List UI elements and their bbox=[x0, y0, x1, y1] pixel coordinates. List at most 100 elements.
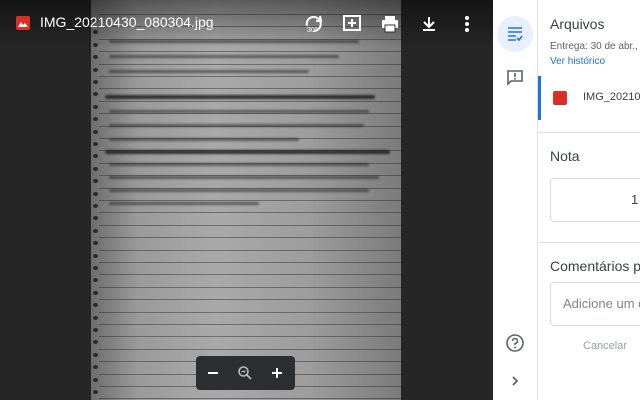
grade-title: Nota bbox=[550, 148, 580, 164]
ruled-line bbox=[99, 336, 401, 337]
image-file-icon bbox=[16, 16, 30, 30]
binder-hole bbox=[93, 353, 98, 357]
ruled-line bbox=[99, 76, 401, 77]
binder-hole bbox=[93, 254, 98, 258]
ruled-line bbox=[99, 237, 401, 238]
rotate-button[interactable]: 30° bbox=[302, 12, 326, 36]
download-icon bbox=[423, 17, 435, 31]
binder-hole bbox=[93, 303, 98, 307]
files-title: Arquivos bbox=[550, 16, 605, 32]
comment-input[interactable] bbox=[561, 295, 640, 312]
ruled-line bbox=[99, 64, 401, 65]
ruled-line bbox=[99, 312, 401, 313]
more-options-button[interactable] bbox=[455, 12, 479, 36]
handwriting-stroke bbox=[109, 138, 299, 141]
zoom-in-button[interactable] bbox=[265, 361, 289, 385]
side-panel: Arquivos Entrega: 30 de abr., 2 Ver hist… bbox=[538, 0, 640, 400]
assignment-icon bbox=[508, 27, 523, 42]
binder-hole bbox=[93, 291, 98, 295]
feedback-icon bbox=[507, 70, 523, 86]
binder-hole bbox=[93, 241, 98, 245]
ruled-line bbox=[99, 274, 401, 275]
print-button[interactable] bbox=[378, 12, 402, 36]
binder-hole bbox=[93, 130, 98, 134]
rotate-degree-badge: 30° bbox=[307, 27, 318, 34]
binder-hole bbox=[93, 92, 98, 96]
binder-hole bbox=[93, 105, 98, 109]
handwriting-stroke bbox=[109, 55, 339, 58]
zoom-out-button[interactable] bbox=[201, 361, 225, 385]
comment-field[interactable] bbox=[550, 282, 640, 326]
binder-hole bbox=[93, 142, 98, 146]
binder-hole bbox=[93, 340, 98, 344]
chevron-right-icon bbox=[512, 376, 519, 386]
help-button[interactable] bbox=[497, 325, 533, 361]
binder-hole bbox=[93, 117, 98, 121]
handwriting-stroke bbox=[109, 70, 309, 73]
history-link[interactable]: Ver histórico bbox=[550, 56, 605, 67]
binder-hole bbox=[93, 328, 98, 332]
more-vert-icon bbox=[465, 16, 469, 32]
handwriting-stroke bbox=[105, 150, 390, 154]
ruled-line bbox=[99, 287, 401, 288]
viewer-toolbar: IMG_20210430_080304.jpg 30° bbox=[0, 0, 493, 48]
binder-hole bbox=[93, 167, 98, 171]
handwriting-stroke bbox=[105, 95, 375, 99]
binder-hole bbox=[93, 365, 98, 369]
ruled-line bbox=[99, 398, 401, 399]
binder-hole bbox=[93, 229, 98, 233]
zoom-in-icon bbox=[272, 368, 282, 378]
add-comment-button[interactable] bbox=[340, 12, 364, 36]
ruled-line bbox=[99, 101, 401, 102]
divider bbox=[538, 132, 640, 133]
feedback-tab[interactable] bbox=[497, 60, 533, 96]
notebook-photo bbox=[91, 0, 401, 400]
ruled-line bbox=[99, 51, 401, 52]
expand-button[interactable] bbox=[497, 363, 533, 399]
due-date: Entrega: 30 de abr., 2 bbox=[550, 41, 640, 52]
handwriting-stroke bbox=[109, 202, 259, 205]
handwriting-stroke bbox=[109, 124, 364, 127]
binder-hole bbox=[93, 278, 98, 282]
comments-title: Comentários particulares bbox=[550, 258, 640, 274]
ruled-line bbox=[99, 299, 401, 300]
image-file-icon bbox=[553, 91, 567, 105]
ruled-line bbox=[99, 88, 401, 89]
file-name: IMG_20210430_080304.jpg bbox=[40, 14, 214, 30]
attachment-name: IMG_20210430_080304.jpg bbox=[583, 91, 640, 103]
image-viewer: IMG_20210430_080304.jpg 30° bbox=[0, 0, 493, 400]
zoom-out-icon bbox=[208, 372, 218, 374]
ruled-line bbox=[99, 113, 401, 114]
side-rail bbox=[493, 0, 538, 400]
ruled-line bbox=[99, 349, 401, 350]
binder-hole bbox=[93, 179, 98, 183]
help-icon bbox=[506, 334, 524, 352]
ruled-line bbox=[99, 262, 401, 263]
zoom-reset-icon bbox=[238, 366, 252, 380]
grade-value: 1 bbox=[631, 192, 639, 207]
files-tab[interactable] bbox=[497, 16, 533, 52]
cancel-button[interactable]: Cancelar bbox=[583, 340, 627, 352]
download-button[interactable] bbox=[417, 12, 441, 36]
binder-hole bbox=[93, 216, 98, 220]
zoom-controls bbox=[196, 356, 295, 390]
binder-hole bbox=[93, 80, 98, 84]
ruled-line bbox=[99, 212, 401, 213]
binder-hole bbox=[93, 378, 98, 382]
ruled-line bbox=[99, 324, 401, 325]
ruled-line bbox=[99, 200, 401, 201]
binder-hole bbox=[93, 266, 98, 270]
binder-hole bbox=[93, 192, 98, 196]
divider bbox=[538, 242, 640, 243]
print-icon bbox=[382, 16, 398, 33]
grade-field[interactable]: 1 bbox=[550, 178, 640, 222]
handwriting-stroke bbox=[109, 110, 369, 113]
attachment-item[interactable]: IMG_20210430_080304.jpg bbox=[538, 76, 640, 120]
handwriting-stroke bbox=[109, 163, 369, 166]
binder-hole bbox=[93, 390, 98, 394]
binder-hole bbox=[93, 68, 98, 72]
zoom-reset-button[interactable] bbox=[233, 361, 257, 385]
ruled-line bbox=[99, 225, 401, 226]
binder-hole bbox=[93, 154, 98, 158]
handwriting-stroke bbox=[109, 176, 379, 179]
